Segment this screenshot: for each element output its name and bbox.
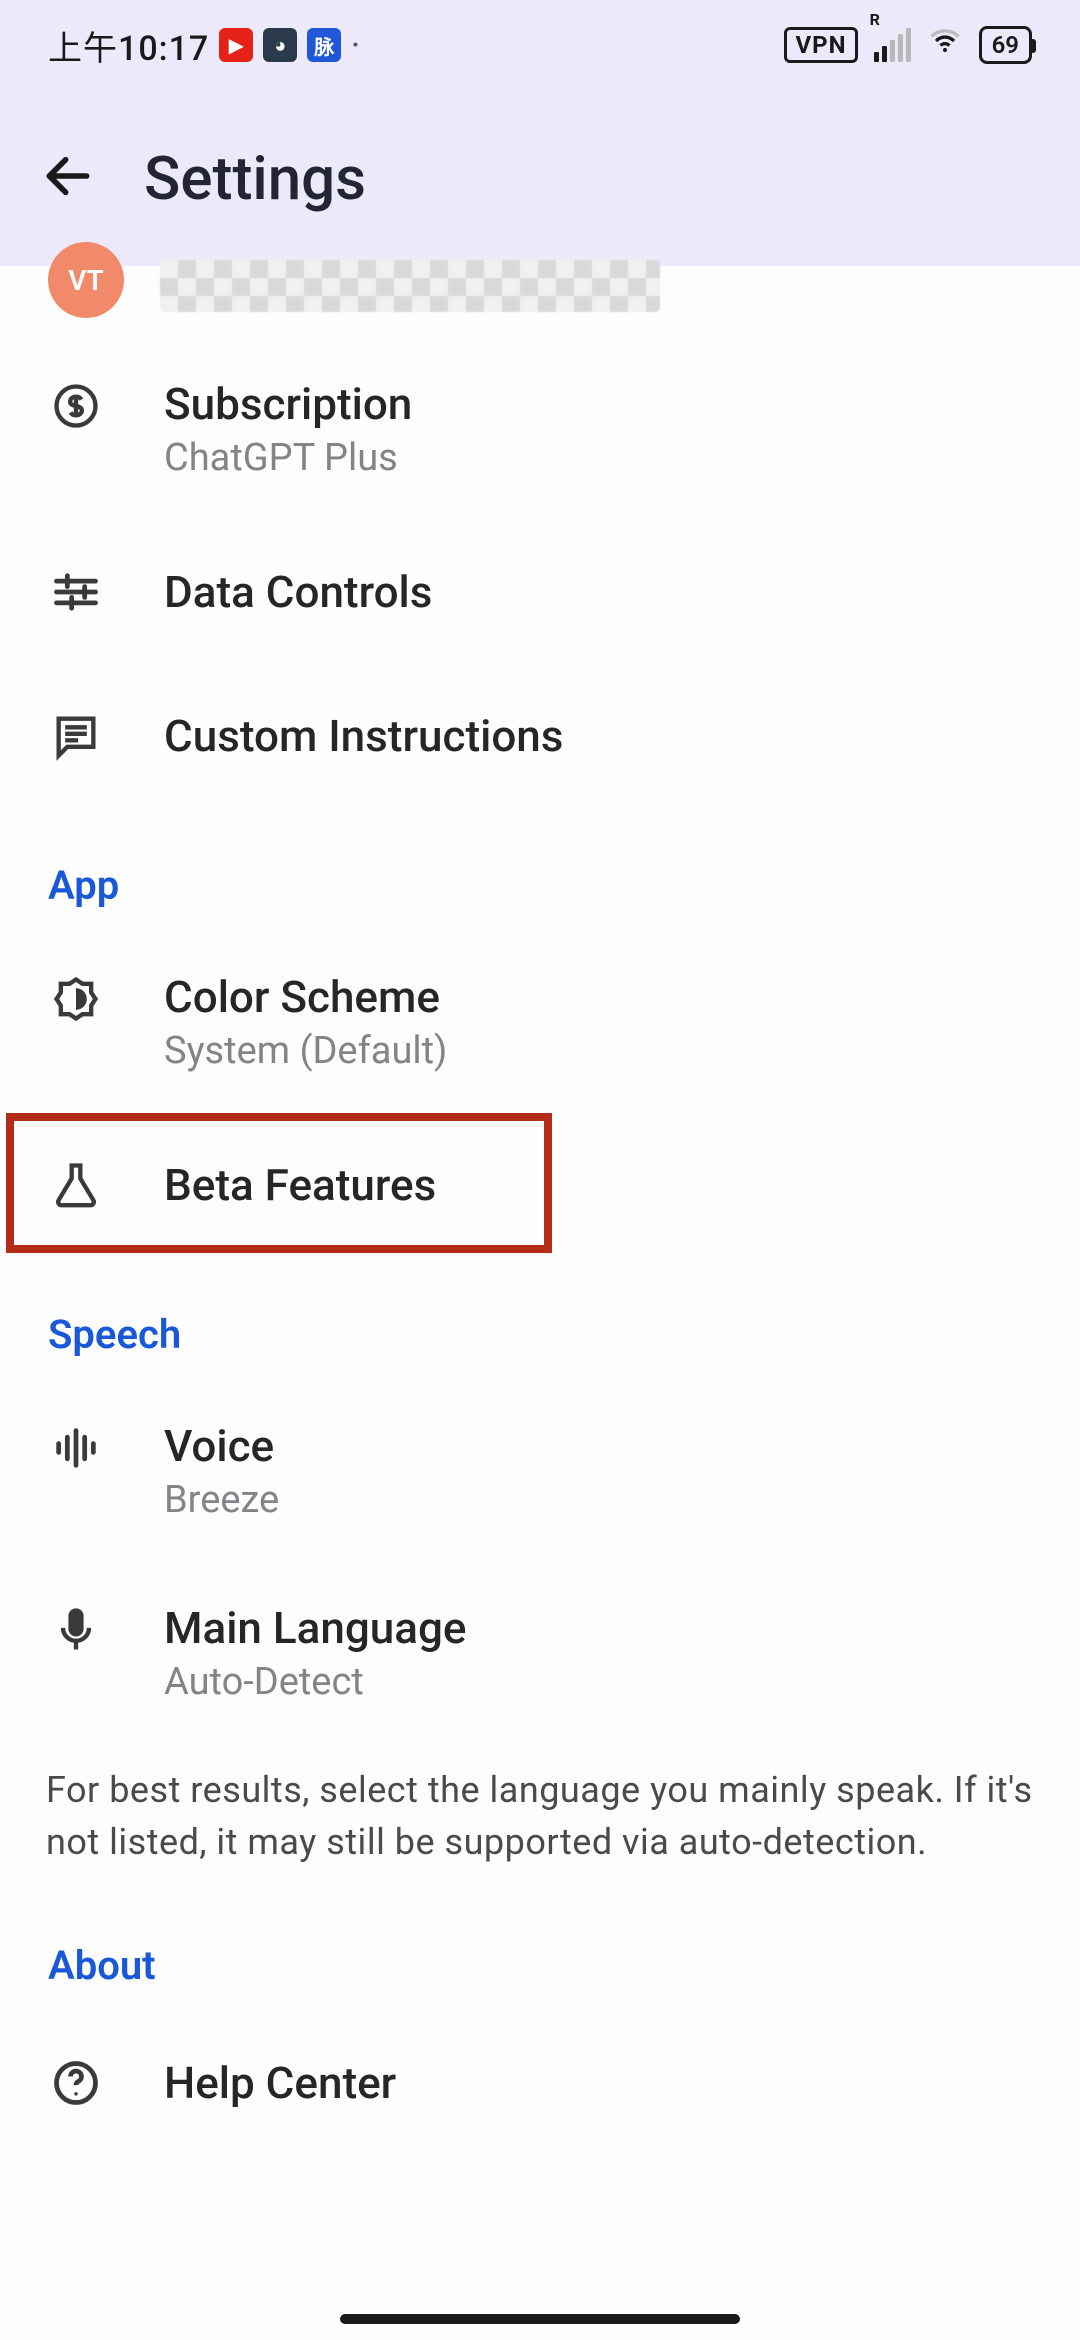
item-subtitle: ChatGPT Plus: [164, 436, 412, 480]
settings-item-custom-instructions[interactable]: Custom Instructions: [0, 664, 1080, 808]
account-row[interactable]: VT: [0, 266, 1080, 338]
item-title: Main Language: [164, 1602, 466, 1654]
roaming-label: R: [870, 10, 880, 29]
settings-item-color-scheme[interactable]: Color Scheme System (Default): [0, 931, 1080, 1113]
settings-item-help-center[interactable]: Help Center: [0, 2011, 1080, 2155]
item-subtitle: Breeze: [164, 1478, 279, 1522]
item-title: Voice: [164, 1420, 279, 1472]
highlight-annotation: [6, 1113, 552, 1253]
section-header-app: App: [0, 808, 1080, 931]
app-header: Settings: [0, 90, 1080, 266]
settings-content: VT Subscription ChatGPT Plus Data Contro…: [0, 266, 1080, 2155]
soundwave-icon: [48, 1420, 104, 1476]
item-subtitle: System (Default): [164, 1029, 447, 1073]
settings-item-main-language[interactable]: Main Language Auto-Detect: [0, 1562, 1080, 1744]
sliders-icon: [48, 564, 104, 620]
battery-icon: 69: [979, 26, 1032, 64]
back-button[interactable]: [40, 148, 96, 208]
status-left: 上午10:17 ▶ ◕ 脉 ·: [48, 21, 360, 70]
status-right: VPN R 69: [784, 23, 1032, 68]
item-title: Subscription: [164, 378, 412, 430]
avatar: VT: [48, 242, 124, 318]
item-title: Color Scheme: [164, 971, 447, 1023]
wifi-icon: [927, 23, 963, 68]
item-title: Help Center: [164, 2057, 396, 2109]
settings-item-data-controls[interactable]: Data Controls: [0, 520, 1080, 664]
brightness-icon: [48, 971, 104, 1027]
dollar-icon: [48, 378, 104, 434]
app-icon-clash: ◕: [263, 28, 297, 62]
microphone-icon: [48, 1602, 104, 1658]
signal-icon: R: [874, 28, 911, 62]
account-email-redacted: [160, 260, 660, 312]
help-icon: [48, 2055, 104, 2111]
item-title: Data Controls: [164, 566, 432, 618]
settings-item-subscription[interactable]: Subscription ChatGPT Plus: [0, 338, 1080, 520]
page-title: Settings: [144, 143, 366, 214]
app-icon-maimai: 脉: [307, 28, 341, 62]
home-indicator[interactable]: [340, 2314, 740, 2324]
section-header-speech: Speech: [0, 1257, 1080, 1380]
section-header-about: About: [0, 1888, 1080, 2011]
status-time: 上午10:17: [48, 21, 209, 70]
status-more-dot: ·: [351, 28, 360, 63]
item-subtitle: Auto-Detect: [164, 1660, 466, 1704]
youtube-icon: ▶: [219, 28, 253, 62]
vpn-badge: VPN: [784, 27, 857, 63]
chat-icon: [48, 708, 104, 764]
settings-item-voice[interactable]: Voice Breeze: [0, 1380, 1080, 1562]
item-title: Custom Instructions: [164, 710, 563, 762]
speech-help-note: For best results, select the language yo…: [0, 1744, 1080, 1888]
status-bar: 上午10:17 ▶ ◕ 脉 · VPN R 69: [0, 0, 1080, 90]
